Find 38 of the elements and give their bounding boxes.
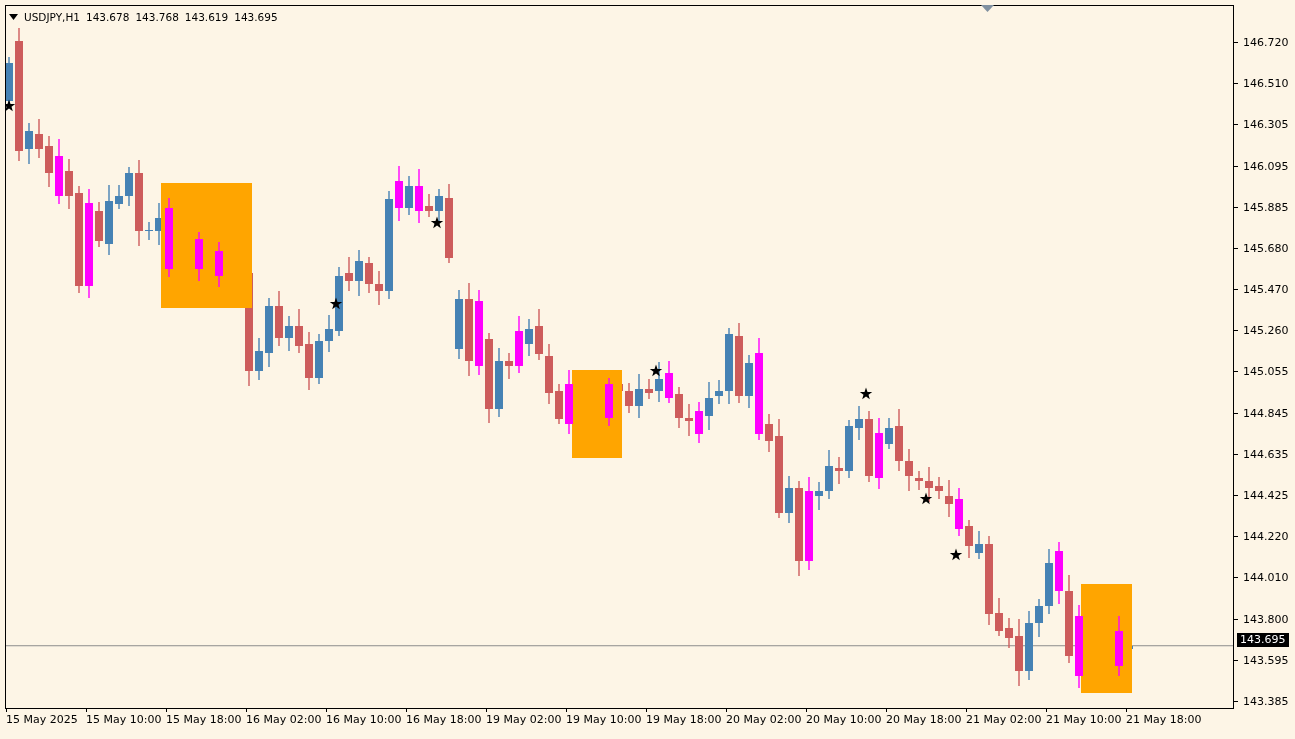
time-label: 21 May 02:00 xyxy=(966,713,1042,726)
price-label: 145.680 xyxy=(1243,241,1289,255)
time-label: 15 May 10:00 xyxy=(86,713,162,726)
time-label: 16 May 02:00 xyxy=(246,713,322,726)
time-label: 16 May 18:00 xyxy=(406,713,482,726)
time-label: 20 May 18:00 xyxy=(886,713,962,726)
price-label: 146.095 xyxy=(1243,159,1289,173)
price-label: 144.220 xyxy=(1243,530,1289,543)
quote-value: 143.768 xyxy=(135,11,179,23)
price-label: 145.260 xyxy=(1243,324,1289,338)
price-label: 145.470 xyxy=(1243,283,1289,296)
time-label: 20 May 10:00 xyxy=(806,713,882,726)
quote-value: 143.678 xyxy=(85,11,130,23)
time-label: 21 May 10:00 xyxy=(1046,713,1122,726)
price-label: 145.055 xyxy=(1243,365,1289,378)
current-price-label: 143.695 xyxy=(1237,632,1289,647)
time-label: 16 May 10:00 xyxy=(326,713,402,726)
price-label: 143.595 xyxy=(1243,653,1289,667)
time-label: 21 May 18:00 xyxy=(1126,713,1202,726)
price-label: 144.010 xyxy=(1243,571,1289,585)
time-label: 19 May 18:00 xyxy=(646,713,722,726)
time-label: 15 May 2025 xyxy=(6,713,78,726)
price-label: 146.720 xyxy=(1243,36,1289,49)
time-label: 20 May 02:00 xyxy=(726,713,802,726)
time-label: 19 May 10:00 xyxy=(566,713,642,726)
price-label: 143.800 xyxy=(1243,613,1289,626)
price-label: 146.510 xyxy=(1243,77,1289,91)
time-label: 15 May 18:00 xyxy=(166,713,242,726)
price-label: 146.305 xyxy=(1243,118,1289,131)
price-label: 144.635 xyxy=(1243,448,1289,461)
price-label: 144.425 xyxy=(1243,489,1289,503)
quote-value: 143.695 xyxy=(234,11,278,23)
symbol-label: USDJPY,H1 xyxy=(24,11,80,23)
price-label: 144.845 xyxy=(1243,406,1289,420)
quote-value: 143.619 xyxy=(184,11,229,23)
price-label: 143.385 xyxy=(1243,695,1289,708)
price-label: 145.885 xyxy=(1243,201,1289,214)
time-label: 19 May 02:00 xyxy=(486,713,562,726)
